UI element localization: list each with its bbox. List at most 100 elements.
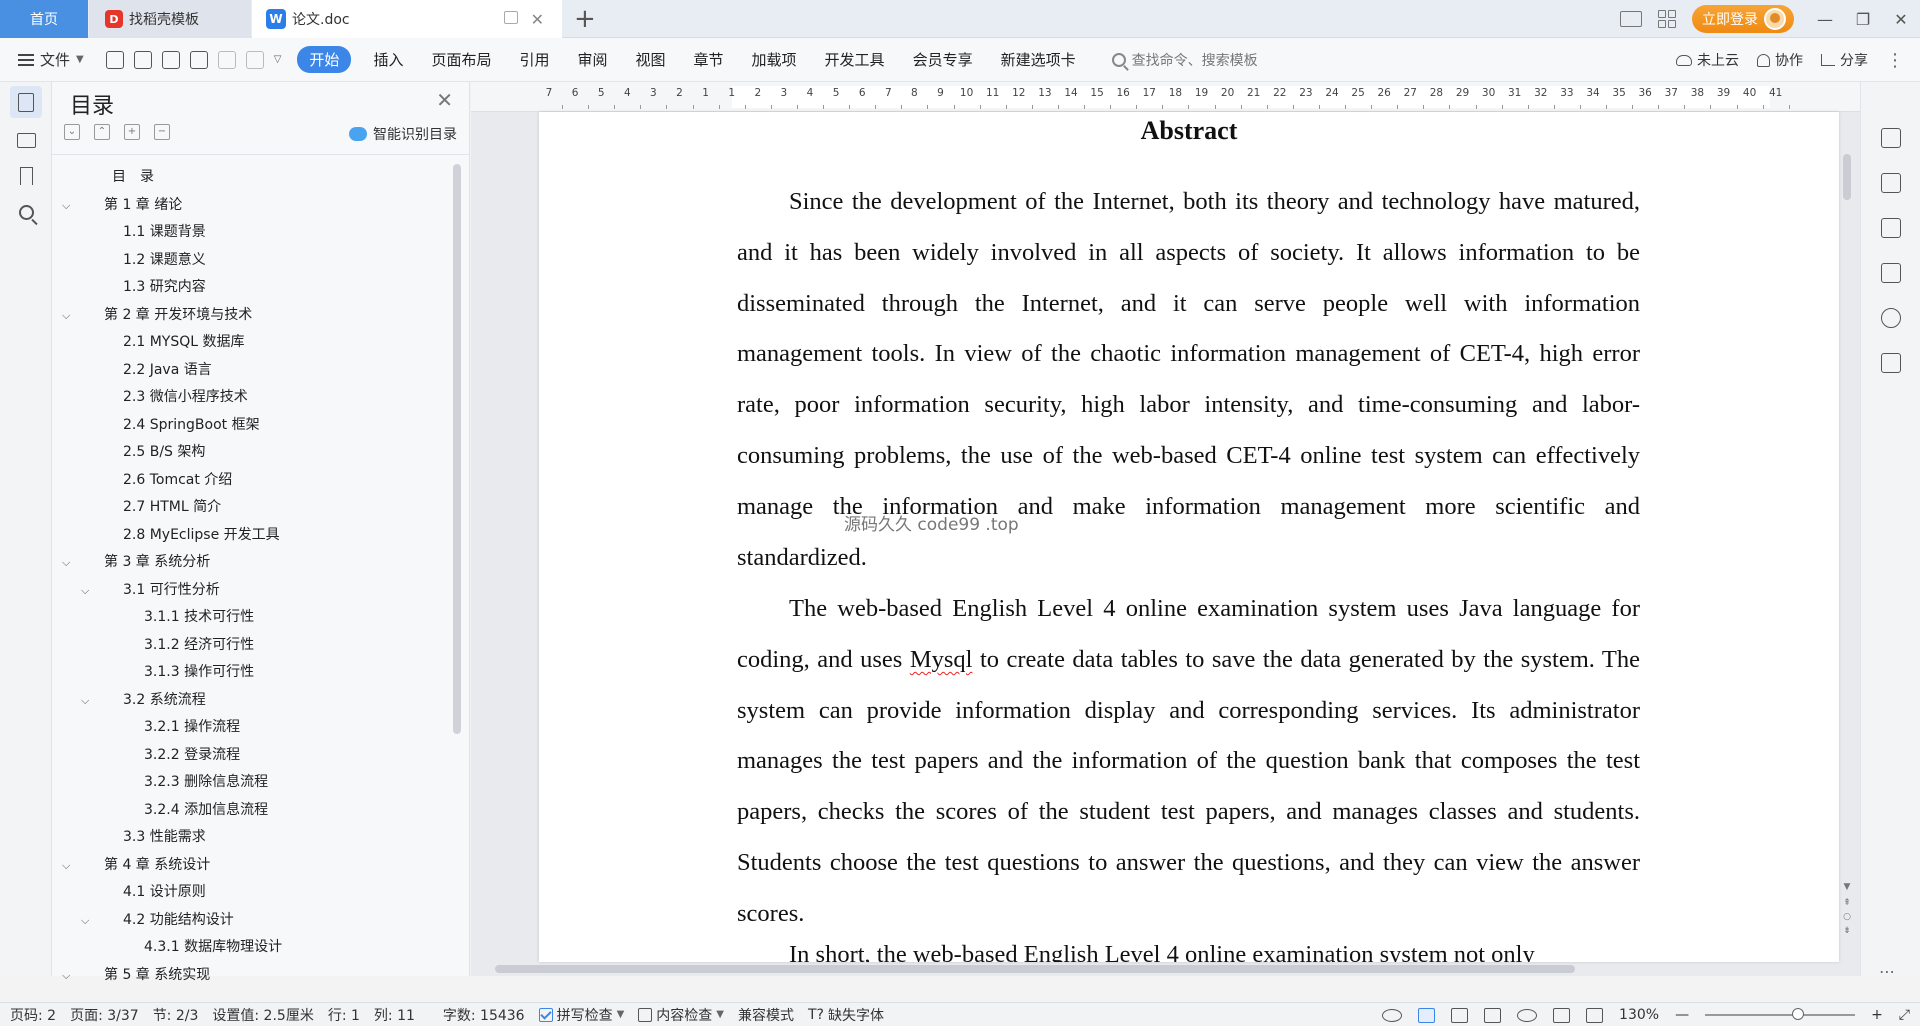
bookmark-button[interactable] [10,160,42,192]
tab-references[interactable]: 引用 [519,49,549,70]
tab-page-layout[interactable]: 页面布局 [431,49,491,70]
fit-page-icon[interactable] [1586,1007,1604,1023]
book-icon[interactable] [1881,353,1901,373]
toc-item[interactable]: ⌵ 3.2 系统流程 [52,687,452,715]
tab-member[interactable]: 会员专享 [913,49,973,70]
undo-icon[interactable] [217,50,236,69]
chevron-down-icon[interactable]: ⌵ [81,687,89,715]
remove-heading-icon[interactable]: − [154,124,170,140]
chevron-down-icon[interactable]: ⌵ [81,907,89,935]
cloud-status-button[interactable]: 未上云 [1676,50,1739,70]
tab-section[interactable]: 章节 [694,49,724,70]
toc-item[interactable]: 2.1 MYSQL 数据库 [52,329,452,357]
close-window-icon[interactable]: ✕ [1882,0,1920,38]
toc-item[interactable]: 2.4 SpringBoot 框架 [52,412,452,440]
close-tab-icon[interactable]: ✕ [531,10,544,29]
toc-item[interactable]: 3.2.2 登录流程 [52,742,452,770]
chevron-down-icon[interactable]: ⌵ [62,962,70,990]
toc-item[interactable]: 3.1.3 操作可行性 [52,659,452,687]
fullscreen-icon[interactable]: ⤢ [1899,1007,1910,1023]
outline-view-icon[interactable] [1451,1007,1469,1023]
toc-item[interactable]: 3.1.1 技术可行性 [52,604,452,632]
zoom-in-icon[interactable]: + [1871,1007,1883,1023]
toc-item[interactable]: 1.3 研究内容 [52,274,452,302]
toc-item[interactable]: 3.2.1 操作流程 [52,714,452,742]
web-view-icon[interactable] [1517,1008,1538,1022]
tab-daoke-templates[interactable]: D 找稻壳模板 [89,0,251,38]
login-button[interactable]: 立即登录 [1692,5,1794,33]
add-heading-icon[interactable]: + [124,124,140,140]
toc-item[interactable]: 目 录 [52,164,452,192]
toc-item[interactable]: ⌵ 第 1 章 绪论 [52,192,452,220]
vertical-scroll-thumb[interactable] [1843,154,1851,200]
share-button[interactable]: 分享 [1821,50,1868,70]
tab-view[interactable]: 视图 [636,49,666,70]
export-pdf-icon[interactable] [133,50,152,69]
toc-item[interactable]: 3.2.3 删除信息流程 [52,769,452,797]
tab-document[interactable]: W 论文.doc ✕ [252,0,562,38]
toc-item[interactable]: 2.3 微信小程序技术 [52,384,452,412]
more-options-icon[interactable]: ⋮ [1886,50,1904,71]
window-layout-icon[interactable] [1620,11,1642,27]
toc-item[interactable]: 2.5 B/S 架构 [52,439,452,467]
missing-font-button[interactable]: T? 缺失字体 [808,1005,884,1025]
smart-toc-button[interactable]: 智能识别目录 [349,124,457,144]
toc-item[interactable]: 3.1.2 经济可行性 [52,632,452,660]
eye-protection-icon[interactable] [1382,1008,1403,1022]
reading-view-icon[interactable] [1484,1007,1502,1023]
spell-error-mysql[interactable]: Mysql [910,646,973,673]
more-tools-icon[interactable]: ⋯ [1879,962,1895,981]
horizontal-scrollbar[interactable] [491,962,1831,974]
prev-page-icon[interactable]: ⇞ [1842,898,1852,908]
toc-item[interactable]: 2.6 Tomcat 介绍 [52,467,452,495]
lightning-icon[interactable] [1881,308,1901,328]
status-page[interactable]: 页面: 3/37 [70,1005,139,1025]
toc-item[interactable]: ⌵ 第 3 章 系统分析 [52,549,452,577]
horizontal-scroll-thumb[interactable] [495,965,1575,973]
chevron-down-icon[interactable]: ⌵ [81,577,89,605]
toc-item[interactable]: 2.2 Java 语言 [52,357,452,385]
tab-home[interactable]: 首页 [0,0,88,38]
chevron-down-icon[interactable]: ⌵ [62,192,70,220]
status-word-count[interactable]: 字数: 15436 [443,1005,525,1025]
tab-insert[interactable]: 插入 [373,49,403,70]
vertical-scrollbar[interactable]: ▼ ⇞ ○ ⇟ [1842,112,1852,952]
toc-item[interactable]: 4.1 设计原则 [52,879,452,907]
toc-scrollbar[interactable] [453,164,461,734]
zoom-level[interactable]: 130% [1619,1007,1659,1023]
print-icon[interactable] [161,50,180,69]
toc-item[interactable]: ⌵ 第 4 章 系统设计 [52,852,452,880]
chapter-nav-button[interactable] [10,124,42,156]
redo-icon[interactable] [245,50,264,69]
toc-item[interactable]: 3.2.4 添加信息流程 [52,797,452,825]
toc-item[interactable]: 1.2 课题意义 [52,247,452,275]
tab-developer[interactable]: 开发工具 [825,49,885,70]
close-icon[interactable]: ✕ [436,88,453,112]
chevron-down-icon[interactable]: ⌵ [62,549,70,577]
toc-item[interactable]: ⌵ 第 5 章 系统实现 [52,962,452,990]
restore-icon[interactable]: ❐ [1844,0,1882,38]
expand-all-icon[interactable]: ⌄ [64,124,80,140]
zoom-slider[interactable] [1705,1008,1856,1020]
zoom-out-icon[interactable]: — [1675,1007,1689,1023]
tab-review[interactable]: 审阅 [577,49,607,70]
scroll-down-arrow[interactable]: ▼ [1842,882,1852,892]
float-window-icon[interactable] [504,11,518,24]
find-button[interactable] [10,196,42,228]
document-page[interactable]: Abstract Since the development of the In… [539,112,1839,962]
toc-item[interactable]: 3.3 性能需求 [52,824,452,852]
new-tab-button[interactable]: + [574,4,596,34]
write-view-icon[interactable] [1553,1007,1571,1023]
toc-panel-button[interactable] [10,86,42,118]
command-search[interactable]: 查找命令、搜索模板 [1111,50,1258,70]
toc-item[interactable]: ⌵ 3.1 可行性分析 [52,577,452,605]
zoom-slider-handle[interactable] [1792,1008,1805,1020]
page-view-icon[interactable] [1418,1007,1436,1023]
chevron-down-icon[interactable]: ⌵ [62,852,70,880]
horizontal-ruler[interactable]: 7 6 5 4 3 2 1 1 2 3 4 5 6 7 8 9 10 11 12 13 14 15 16 17 18 19 20 21… [471,82,1860,112]
toc-item[interactable]: 2.8 MyEclipse 开发工具 [52,522,452,550]
toc-item[interactable]: ⌵ 第 2 章 开发环境与技术 [52,302,452,330]
content-check-button[interactable]: 内容检查 ▼ [638,1005,724,1025]
toc-item[interactable]: 4.3.1 数据库物理设计 [52,934,452,962]
chevron-down-icon[interactable]: ⌵ [62,302,70,330]
